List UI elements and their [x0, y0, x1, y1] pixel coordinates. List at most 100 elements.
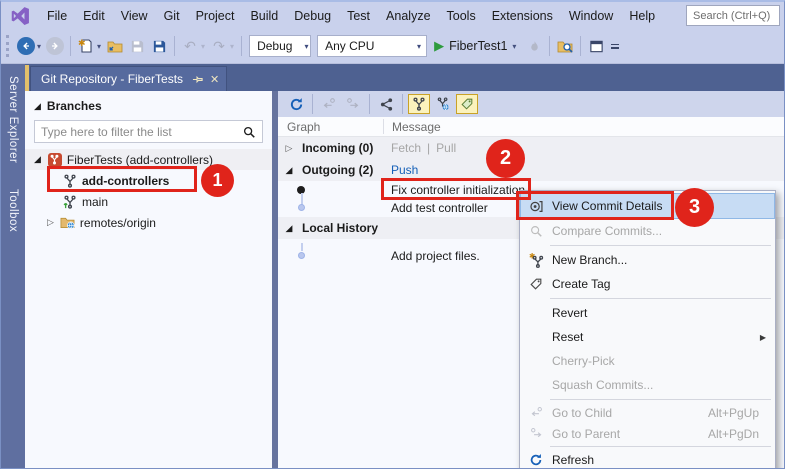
graph-stem [301, 243, 303, 251]
refresh-button[interactable] [285, 94, 307, 114]
commit-message: Add project files. [391, 249, 480, 263]
menu-item-label: Create Tag [552, 277, 775, 291]
navigate-forward-button[interactable] [44, 35, 66, 57]
toolbar-separator [174, 36, 175, 56]
save-button[interactable] [126, 35, 148, 57]
menu-item-go-to-child[interactable]: Go to Child Alt+PgUp [520, 402, 775, 423]
column-graph[interactable]: Graph [278, 120, 383, 134]
menu-item-compare-commits[interactable]: Compare Commits... [520, 219, 775, 243]
configuration-value: Debug [257, 39, 292, 53]
folder-search-icon [557, 38, 573, 54]
new-project-button[interactable]: ✱ [75, 35, 97, 57]
menu-file[interactable]: File [39, 5, 75, 27]
redo-button[interactable]: ↷ [208, 35, 230, 57]
chevron-down-icon: ▾ [405, 42, 421, 51]
solution-platform-select[interactable]: Any CPU ▾ [317, 35, 427, 57]
run-target-caret[interactable]: ▾ [512, 42, 516, 51]
close-icon[interactable]: ✕ [210, 73, 219, 86]
menu-project[interactable]: Project [188, 5, 243, 27]
go-to-parent-icon [346, 97, 360, 111]
column-message[interactable]: Message [383, 120, 441, 134]
solution-configuration-select[interactable]: Debug ▾ [249, 35, 311, 57]
menu-item-squash-commits[interactable]: Squash Commits... [520, 373, 775, 397]
menu-test[interactable]: Test [339, 5, 378, 27]
undo-button[interactable]: ↶ [179, 35, 201, 57]
save-all-button[interactable] [148, 35, 170, 57]
tab-git-repository[interactable]: Git Repository - FiberTests ✕ [30, 66, 227, 91]
pin-icon[interactable] [192, 74, 203, 85]
sidebar-tab-toolbox[interactable]: Toolbox [7, 189, 19, 232]
toggle-tags[interactable] [456, 94, 478, 114]
open-file-button[interactable] [104, 35, 126, 57]
menu-separator [550, 245, 771, 246]
menu-view[interactable]: View [113, 5, 156, 27]
menu-tools[interactable]: Tools [439, 5, 484, 27]
sidebar-tab-server-explorer[interactable]: Server Explorer [7, 76, 19, 163]
redo-caret[interactable]: ▾ [230, 42, 234, 51]
menu-window[interactable]: Window [561, 5, 621, 27]
tree-item-branch-main[interactable]: main [25, 191, 272, 212]
fetch-link[interactable]: Fetch [391, 141, 421, 155]
workspace: Server Explorer Toolbox Git Repository -… [1, 64, 784, 468]
menu-item-reset[interactable]: Reset ▶ [520, 325, 775, 349]
go-to-child-icon [520, 406, 552, 419]
start-debugging-button[interactable]: ▶ FiberTest1 ▾ [434, 38, 519, 54]
menu-item-revert[interactable]: Revert [520, 301, 775, 325]
toolbar-separator [402, 94, 403, 114]
menu-item-label: Reset [552, 330, 760, 344]
menu-extensions[interactable]: Extensions [484, 5, 561, 27]
menu-git[interactable]: Git [156, 5, 188, 27]
standard-toolbar: ▾ ✱ ▾ [1, 29, 784, 64]
find-in-files-button[interactable] [554, 35, 576, 57]
collapsed-triangle-icon[interactable]: ▷ [282, 143, 296, 154]
branches-section-header[interactable]: ◢ Branches [25, 91, 272, 117]
toggle-local-branches[interactable] [408, 94, 430, 114]
incoming-section-row[interactable]: ▷ Incoming (0) Fetch | Pull [278, 137, 784, 159]
back-dropdown-caret[interactable]: ▾ [37, 42, 41, 51]
go-to-child-icon [322, 97, 336, 111]
menu-item-create-tag[interactable]: Create Tag [520, 272, 775, 296]
menu-item-new-branch[interactable]: ✱ New Branch... [520, 248, 775, 272]
tree-item-remotes-origin[interactable]: ▷ remotes/origin [25, 212, 272, 233]
refresh-icon [289, 97, 304, 112]
navigate-back-button[interactable] [15, 35, 37, 57]
expand-triangle-icon[interactable]: ◢ [282, 165, 296, 176]
menu-bar: File Edit View Git Project Build Debug T… [1, 2, 784, 29]
menu-debug[interactable]: Debug [286, 5, 339, 27]
annotation-box-1 [47, 166, 197, 192]
hot-reload-button[interactable] [523, 35, 545, 57]
column-divider[interactable] [383, 119, 384, 134]
toggle-remote-branches[interactable] [432, 94, 454, 114]
undo-caret[interactable]: ▾ [201, 42, 205, 51]
menu-edit[interactable]: Edit [75, 5, 113, 27]
menu-build[interactable]: Build [242, 5, 286, 27]
submenu-arrow-icon: ▶ [760, 333, 766, 342]
annotation-badge-2: 2 [486, 139, 525, 178]
menu-separator [550, 298, 771, 299]
go-to-parent-button[interactable] [342, 94, 364, 114]
branch-filter-input[interactable]: Type here to filter the list [34, 120, 263, 143]
collapsed-triangle-icon[interactable]: ▷ [47, 217, 54, 228]
expand-triangle-icon[interactable]: ◢ [282, 223, 296, 234]
push-link[interactable]: Push [391, 163, 418, 177]
column-headers: Graph Message [278, 117, 784, 137]
outgoing-section-row[interactable]: ◢ Outgoing (2) Push [278, 159, 784, 181]
commit-graph-button[interactable] [375, 94, 397, 114]
pull-link[interactable]: Pull [436, 141, 456, 155]
toolbar-overflow-button[interactable] [611, 43, 619, 50]
toolbar-grip[interactable] [6, 35, 10, 57]
history-toolbar [278, 91, 784, 117]
repository-label: FiberTests (add-controllers) [67, 153, 213, 167]
go-to-child-button[interactable] [318, 94, 340, 114]
menu-analyze[interactable]: Analyze [378, 5, 438, 27]
expand-triangle-icon[interactable]: ◢ [34, 154, 41, 165]
chevron-down-icon: ▾ [292, 42, 308, 51]
autohide-tab-strip: Server Explorer Toolbox [1, 64, 25, 468]
menu-help[interactable]: Help [621, 5, 663, 27]
new-project-caret[interactable]: ▾ [97, 42, 101, 51]
toolbox-window-button[interactable] [585, 35, 607, 57]
menu-item-go-to-parent[interactable]: Go to Parent Alt+PgDn [520, 423, 775, 444]
search-input[interactable]: Search (Ctrl+Q) [686, 5, 780, 26]
menu-item-refresh[interactable]: Refresh [520, 449, 775, 469]
menu-item-cherry-pick[interactable]: Cherry-Pick [520, 349, 775, 373]
